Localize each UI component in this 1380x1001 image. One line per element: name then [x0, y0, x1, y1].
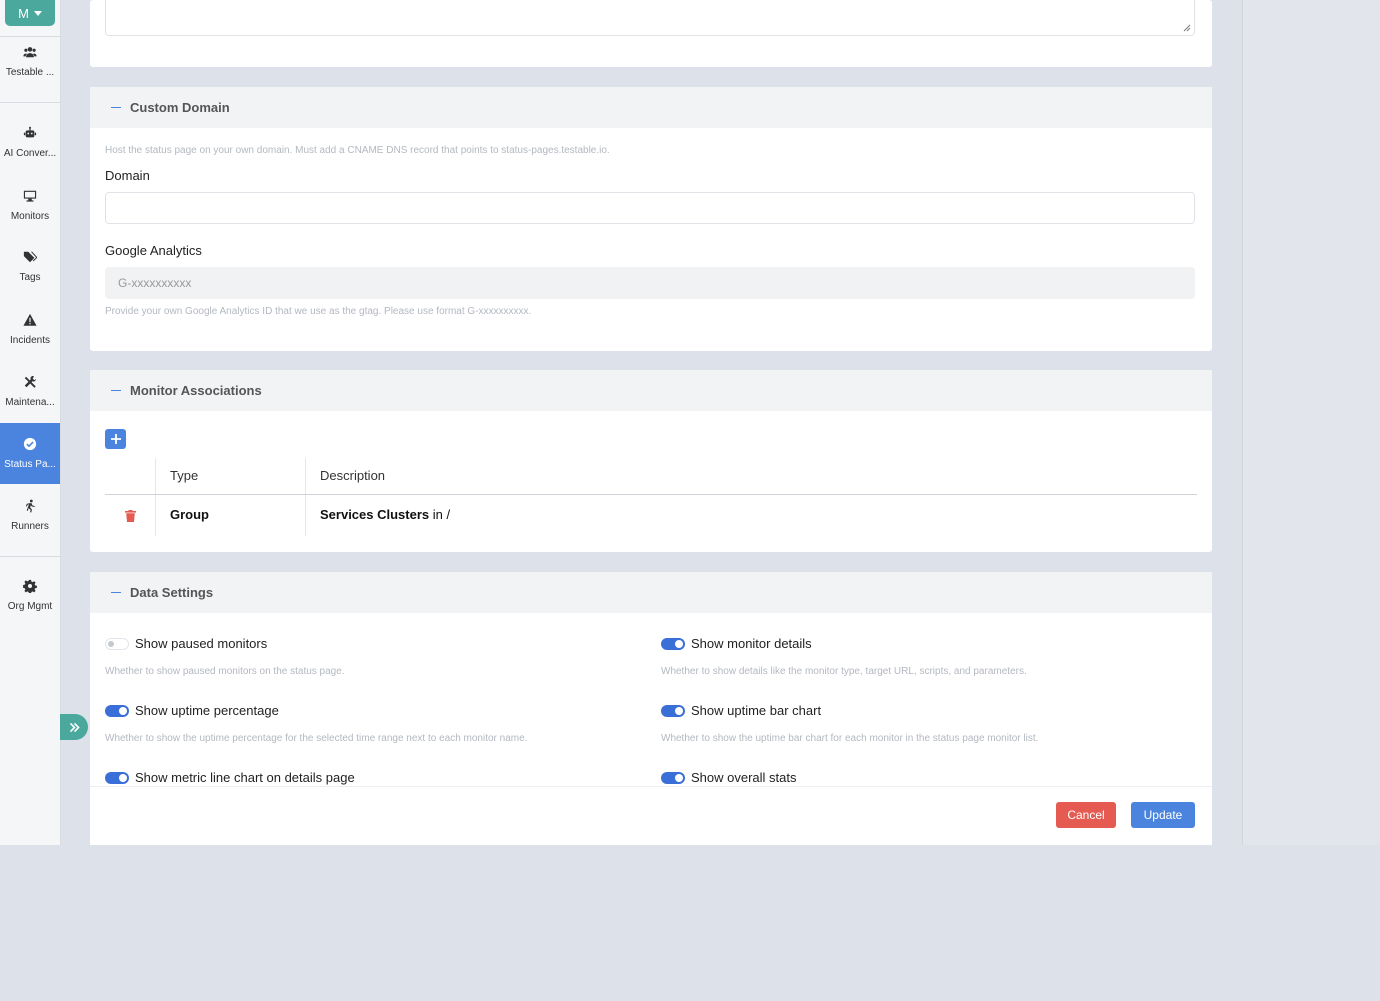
- gear-icon: [23, 579, 37, 593]
- row-type: Group: [170, 507, 209, 522]
- sidebar-item-tags[interactable]: Tags: [0, 236, 60, 297]
- sidebar-item-label: Testable ...: [5, 67, 55, 78]
- add-association-button[interactable]: [105, 429, 126, 449]
- tools-icon: [24, 375, 37, 388]
- google-analytics-hint: Provide your own Google Analytics ID tha…: [105, 306, 532, 317]
- expand-sidebar-button[interactable]: [60, 714, 88, 740]
- domain-label: Domain: [105, 168, 150, 183]
- monitor-associations-card: Monitor Associations Type Description Gr…: [90, 370, 1212, 552]
- domain-input[interactable]: [105, 192, 1195, 224]
- toggle-description: Whether to show the uptime bar chart for…: [661, 733, 1039, 744]
- collapse-icon[interactable]: [111, 592, 121, 593]
- sidebar-item-label: AI Conver...: [3, 148, 57, 159]
- sidebar-item-runners[interactable]: Runners: [0, 485, 60, 546]
- column-header-type: Type: [170, 468, 199, 483]
- data-settings-title: Data Settings: [130, 585, 214, 600]
- collapse-icon[interactable]: [111, 390, 121, 391]
- warning-icon: [23, 313, 37, 326]
- custom-domain-header[interactable]: Custom Domain: [90, 87, 1212, 128]
- column-header-description: Description: [320, 468, 386, 483]
- monitor-associations-title: Monitor Associations: [130, 383, 262, 398]
- sidebar-item-incidents[interactable]: Incidents: [0, 299, 60, 360]
- show-uptime-bar-chart-toggle[interactable]: [661, 705, 685, 717]
- google-analytics-input[interactable]: G-xxxxxxxxxx: [105, 267, 1195, 299]
- check-circle-icon: [23, 437, 37, 451]
- google-analytics-label: Google Analytics: [105, 243, 202, 258]
- custom-domain-title: Custom Domain: [130, 100, 230, 115]
- show-uptime-percentage-toggle[interactable]: [105, 705, 129, 717]
- trash-icon[interactable]: [125, 510, 136, 522]
- show-metric-line-chart-toggle[interactable]: [105, 772, 129, 784]
- desktop-icon: [23, 190, 37, 202]
- sidebar-item-status-pages[interactable]: Status Pa...: [0, 423, 60, 484]
- update-button[interactable]: Update: [1131, 802, 1195, 828]
- sidebar-item-org-mgmt[interactable]: Org Mgmt: [0, 565, 60, 626]
- toggle-label: Show metric line chart on details page: [135, 770, 355, 785]
- description-card: [90, 0, 1212, 67]
- sidebar-item-ai-conversations[interactable]: AI Conver...: [0, 112, 60, 173]
- sidebar-item-label: Runners: [11, 521, 49, 532]
- double-chevron-right-icon: [69, 722, 80, 732]
- description-textarea[interactable]: [105, 0, 1195, 36]
- right-gutter: [1242, 0, 1380, 845]
- users-icon: [23, 47, 37, 58]
- toggle-label: Show uptime bar chart: [691, 703, 822, 718]
- sidebar: M Testable ... AI Conver... Monitors Tag…: [0, 0, 61, 845]
- org-switcher-button[interactable]: M: [5, 0, 55, 26]
- monitor-associations-header[interactable]: Monitor Associations: [90, 370, 1212, 411]
- runner-icon: [25, 499, 35, 513]
- toggle-label: Show overall stats: [691, 770, 797, 785]
- sidebar-item-label: Org Mgmt: [7, 601, 53, 612]
- custom-domain-card: Custom Domain Host the status page on yo…: [90, 87, 1212, 351]
- show-overall-stats-toggle[interactable]: [661, 772, 685, 784]
- table-row: Group Services Clusters in /: [105, 495, 1197, 536]
- form-action-bar: Cancel Update: [90, 786, 1212, 845]
- toggle-label: Show monitor details: [691, 636, 812, 651]
- sidebar-item-label: Incidents: [9, 335, 51, 346]
- toggle-label: Show paused monitors: [135, 636, 268, 651]
- toggle-description: Whether to show the uptime percentage fo…: [105, 733, 528, 744]
- row-description: Services Clusters in /: [320, 507, 450, 522]
- tags-icon: [23, 251, 37, 263]
- sidebar-item-testable[interactable]: Testable ...: [0, 31, 60, 92]
- show-monitor-details-toggle[interactable]: [661, 638, 685, 650]
- sidebar-item-label: Tags: [19, 272, 41, 283]
- sidebar-item-label: Status Pa...: [4, 459, 56, 470]
- sidebar-item-monitors[interactable]: Monitors: [0, 175, 60, 236]
- data-settings-header[interactable]: Data Settings: [90, 572, 1212, 613]
- toggle-label: Show uptime percentage: [135, 703, 279, 718]
- org-switcher-label: M: [18, 5, 29, 21]
- sidebar-item-maintenance[interactable]: Maintena...: [0, 361, 60, 422]
- custom-domain-hint: Host the status page on your own domain.…: [105, 145, 610, 156]
- caret-down-icon: [33, 10, 42, 16]
- toggle-description: Whether to show paused monitors on the s…: [105, 666, 345, 677]
- sidebar-item-label: Maintena...: [5, 397, 55, 408]
- row-description-path: in /: [429, 507, 451, 522]
- robot-icon: [23, 126, 37, 138]
- collapse-icon[interactable]: [111, 107, 121, 108]
- toggle-description: Whether to show details like the monitor…: [661, 666, 1027, 677]
- sidebar-divider: [0, 556, 60, 557]
- resize-handle-icon[interactable]: [1183, 24, 1191, 32]
- show-paused-monitors-toggle[interactable]: [105, 638, 129, 650]
- sidebar-divider: [0, 102, 60, 103]
- sidebar-item-label: Monitors: [10, 211, 50, 222]
- plus-icon: [110, 434, 121, 444]
- row-description-name: Services Clusters: [320, 507, 430, 522]
- cancel-button[interactable]: Cancel: [1056, 802, 1116, 828]
